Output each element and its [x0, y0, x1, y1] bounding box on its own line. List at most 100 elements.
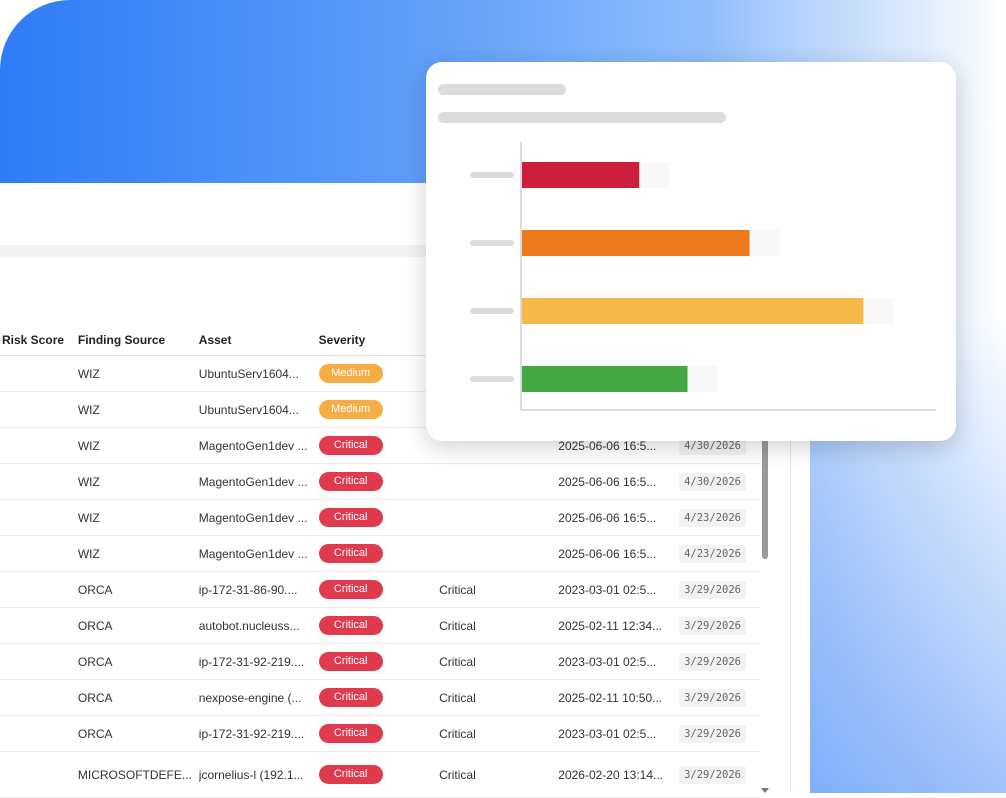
date-cell: 2025-06-06 16:5...: [558, 499, 680, 536]
asset-cell: ip-172-31-86-90....: [198, 571, 319, 608]
severity-cell: Critical: [318, 427, 440, 464]
table-row[interactable]: WIZ MagentoGen1dev ... Critical 2025-06-06 …: [0, 499, 760, 536]
date-cell-text: 2025-06-06 16:5...: [558, 510, 657, 525]
finding-source-cell: ORCA: [77, 571, 199, 608]
table-row[interactable]: WIZ MagentoGen1dev ... Critical 2025-06-06 …: [0, 463, 760, 500]
date-cell: 2023-03-01 02:5...: [558, 715, 680, 752]
date-cell-text: 2023-03-01 02:5...: [558, 726, 657, 741]
severity-cell: Critical: [318, 535, 440, 572]
severity-cell: Critical: [318, 679, 440, 716]
table-row[interactable]: ORCA autobot.nucleuss... Critical Critical 2…: [0, 607, 760, 644]
finding-source-cell-text: ORCA: [77, 690, 113, 705]
chart-bar: [522, 162, 640, 188]
asset-cell: ip-172-31-92-219....: [198, 715, 319, 752]
severity-text-cell-text: Critical: [439, 582, 476, 597]
finding-source-cell: WIZ: [77, 391, 199, 428]
risk-score-cell: [0, 391, 78, 428]
category-label-placeholder: [470, 172, 514, 178]
severity-cell: Critical: [318, 499, 440, 536]
finding-source-cell: WIZ: [77, 355, 199, 392]
asset-cell: ip-172-31-92-219....: [198, 643, 319, 680]
date-cell: 2025-06-06 16:5...: [558, 463, 680, 500]
finding-source-cell: ORCA: [77, 679, 199, 716]
severity-text-cell: Critical: [439, 715, 559, 752]
chart-bar: [522, 366, 688, 392]
severity-badge: Critical: [318, 544, 383, 563]
asset-cell: jcornelius-l (192.1...: [198, 751, 319, 798]
severity-text-cell: [439, 499, 559, 536]
table-row[interactable]: ORCA ip-172-31-86-90.... Critical Critical 2…: [0, 571, 760, 608]
finding-source-cell-text: WIZ: [77, 510, 100, 525]
severity-text-cell: Critical: [439, 643, 559, 680]
risk-score-cell: [0, 499, 78, 536]
asset-cell-text: ip-172-31-92-219....: [198, 726, 305, 741]
date-cell: 2023-03-01 02:5...: [558, 643, 680, 680]
date-cell: 2025-02-11 12:34...: [558, 607, 680, 644]
table-row[interactable]: MICROSOFTDEFE... jcornelius-l (192.1... Cr…: [0, 751, 760, 798]
date-cell: 2025-02-11 10:50...: [558, 679, 680, 716]
finding-source-cell: ORCA: [77, 715, 199, 752]
chart-bar: [522, 230, 750, 256]
risk-score-cell: [0, 751, 78, 798]
due-date-cell: 4/30/2026: [679, 463, 760, 500]
due-date-chip: 3/29/2026: [679, 652, 746, 671]
due-date-cell: 4/23/2026: [679, 499, 760, 536]
table-row[interactable]: WIZ MagentoGen1dev ... Critical 2025-06-06 …: [0, 535, 760, 572]
severity-cell: Critical: [318, 607, 440, 644]
due-date-chip: 3/29/2026: [679, 688, 746, 707]
scroll-down-arrow-icon[interactable]: [761, 788, 769, 793]
risk-score-cell: [0, 679, 78, 716]
finding-source-cell-text: ORCA: [77, 726, 113, 741]
finding-source-cell-text: ORCA: [77, 618, 113, 633]
table-row[interactable]: ORCA ip-172-31-92-219.... Critical Critical…: [0, 715, 760, 752]
severity-badge: Medium: [318, 400, 383, 419]
asset-cell-text: UbuntuServ1604...: [198, 402, 299, 417]
severity-text-cell: [439, 463, 559, 500]
asset-cell: UbuntuServ1604...: [198, 391, 319, 428]
finding-source-cell: MICROSOFTDEFE...: [77, 751, 199, 798]
category-label-placeholder: [470, 308, 514, 314]
table-row[interactable]: ORCA ip-172-31-92-219.... Critical Critical…: [0, 643, 760, 680]
risk-score-cell: [0, 463, 78, 500]
date-cell: 2023-03-01 02:5...: [558, 571, 680, 608]
asset-cell-text: MagentoGen1dev ...: [198, 438, 308, 453]
risk-score-cell: [0, 715, 78, 752]
severity-badge: Critical: [318, 765, 383, 784]
due-date-chip: 3/29/2026: [679, 724, 746, 743]
severity-badge: Critical: [318, 580, 383, 599]
risk-score-cell: [0, 535, 78, 572]
risk-score-cell: [0, 571, 78, 608]
date-cell-text: 2025-06-06 16:5...: [558, 474, 657, 489]
asset-cell: MagentoGen1dev ...: [198, 535, 319, 572]
column-header-finding-source[interactable]: Finding Source: [77, 324, 199, 356]
due-date-cell: 4/23/2026: [679, 535, 760, 572]
asset-cell-text: ip-172-31-86-90....: [198, 582, 298, 597]
due-date-cell: 3/29/2026: [679, 643, 760, 680]
finding-source-cell: WIZ: [77, 427, 199, 464]
risk-score-cell: [0, 607, 78, 644]
severity-badge: Critical: [318, 472, 383, 491]
date-cell: 2025-06-06 16:5...: [558, 535, 680, 572]
bar-shadow: [749, 230, 780, 256]
bar-shadow: [863, 298, 894, 324]
severity-text-cell: [439, 535, 559, 572]
severity-text-cell-text: Critical: [439, 690, 476, 705]
table-row[interactable]: ORCA nexpose-engine (... Critical Critical 2…: [0, 679, 760, 716]
column-header-severity[interactable]: Severity: [318, 324, 440, 356]
column-header-risk-score[interactable]: Risk Score: [0, 324, 78, 356]
finding-source-cell-text: WIZ: [77, 546, 100, 561]
finding-source-cell: WIZ: [77, 535, 199, 572]
asset-cell-text: UbuntuServ1604...: [198, 366, 299, 381]
finding-source-cell-text: WIZ: [77, 402, 100, 417]
asset-cell: MagentoGen1dev ...: [198, 427, 319, 464]
asset-cell: nexpose-engine (...: [198, 679, 319, 716]
asset-cell: MagentoGen1dev ...: [198, 499, 319, 536]
severity-badge: Critical: [318, 508, 383, 527]
asset-cell-text: MagentoGen1dev ...: [198, 474, 308, 489]
finding-source-cell-text: ORCA: [77, 582, 113, 597]
asset-cell-text: MagentoGen1dev ...: [198, 510, 308, 525]
column-header-asset[interactable]: Asset: [198, 324, 319, 356]
date-cell-text: 2026-02-20 13:14...: [558, 767, 664, 782]
risk-score-cell: [0, 643, 78, 680]
finding-source-cell: WIZ: [77, 463, 199, 500]
